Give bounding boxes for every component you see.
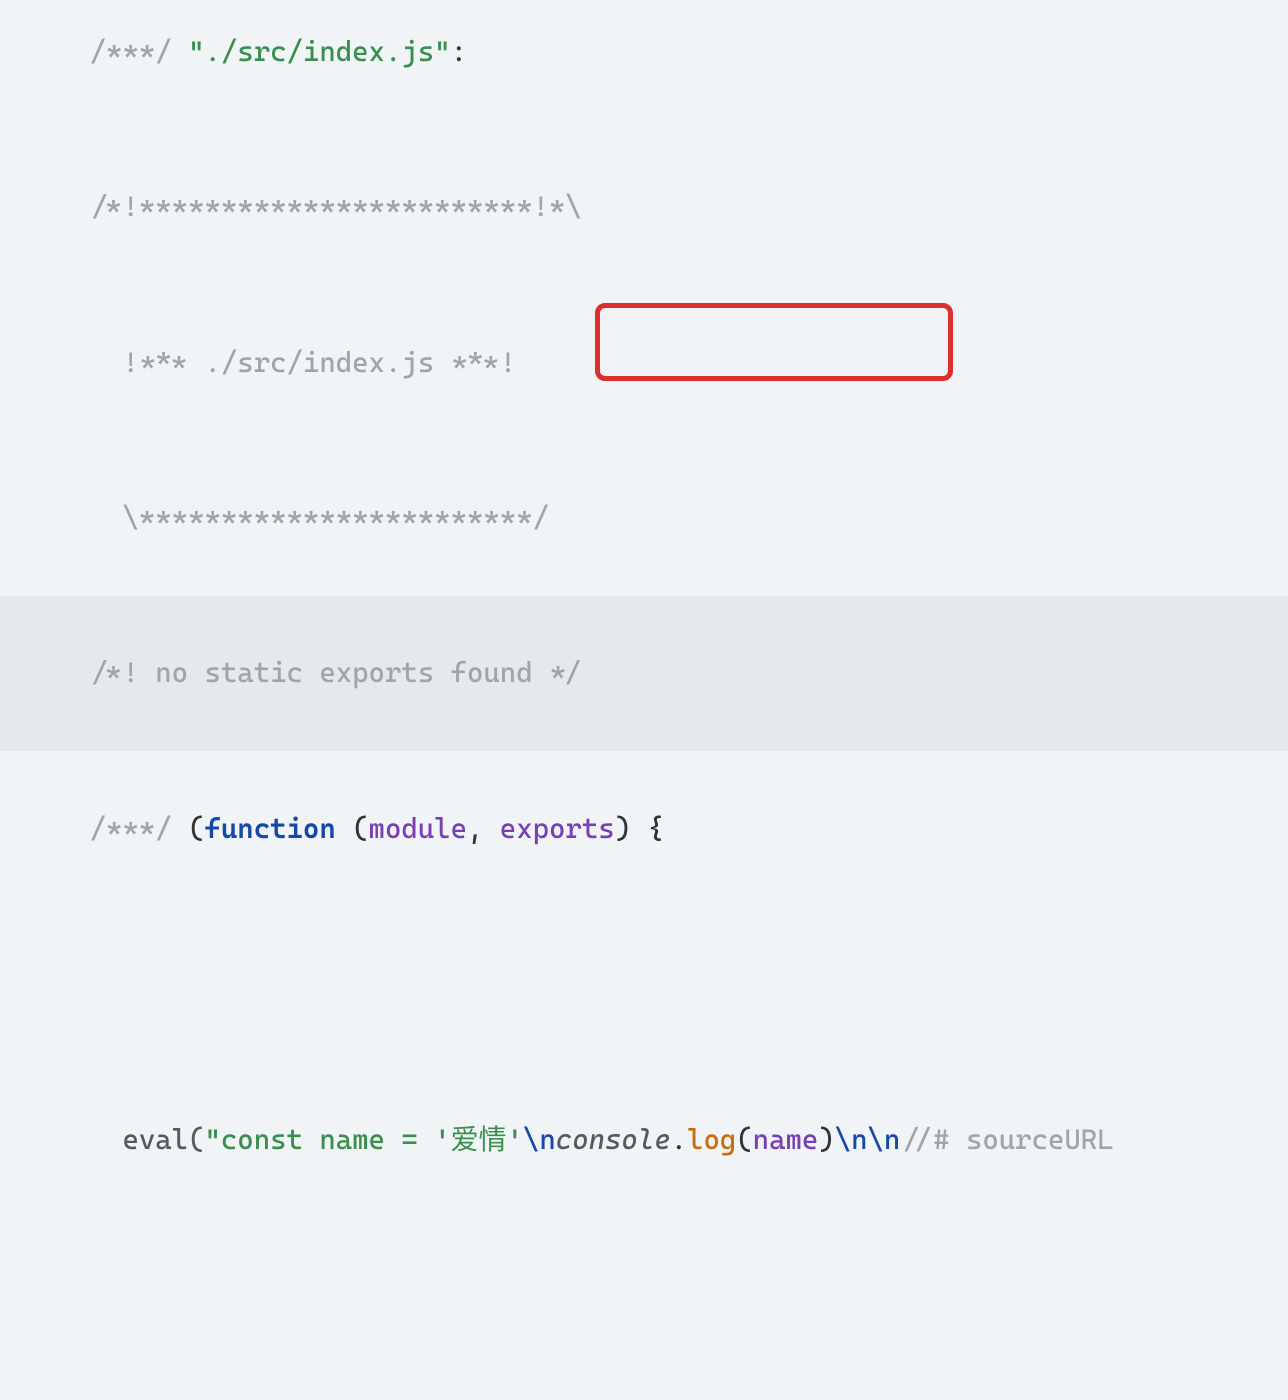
- code-line: /***/: [0, 1373, 1288, 1400]
- code-line: eval("const name = '爱情'\nconsole.log(nam…: [0, 1062, 1288, 1217]
- comment-token: /*! no static exports found */: [90, 656, 582, 689]
- method-token: log: [687, 1123, 736, 1156]
- code-line: /***/ (function (module, exports) {: [0, 751, 1288, 906]
- code-line: /***/ "./src/index.js":: [0, 0, 1288, 129]
- string-token: "./src/index.js": [188, 35, 451, 68]
- escape-token: \n\n: [835, 1123, 901, 1156]
- code-line: /*!************************!*\: [0, 129, 1288, 284]
- identifier-token: eval(: [90, 1123, 205, 1156]
- variable-token: name: [753, 1123, 819, 1156]
- code-line: !*** ./src/index.js ***!: [0, 285, 1288, 440]
- punct-token: .: [671, 1123, 687, 1156]
- punct-token: ,: [467, 812, 500, 845]
- param-token: exports: [500, 812, 615, 845]
- param-token: module: [369, 812, 467, 845]
- comment-token: /***/: [90, 812, 172, 845]
- punct-token: (: [172, 812, 205, 845]
- comment-token: \************************/: [90, 501, 549, 534]
- code-editor-viewport[interactable]: /***/ "./src/index.js": /*!*************…: [0, 0, 1288, 1400]
- string-token: "const name = '爱情': [204, 1123, 523, 1156]
- punct-token: ) {: [615, 812, 664, 845]
- whitespace: [172, 35, 188, 68]
- keyword-token: function: [204, 812, 335, 845]
- punct-token: (: [736, 1123, 752, 1156]
- console-token: console: [556, 1123, 671, 1156]
- code-line-highlighted: /*! no static exports found */: [0, 596, 1288, 751]
- comment-token: //# sourceURL: [900, 1123, 1113, 1156]
- code-line-empty: [0, 906, 1288, 1061]
- escape-token: \n: [523, 1123, 556, 1156]
- code-line: \************************/: [0, 440, 1288, 595]
- code-line-empty: [0, 1217, 1288, 1372]
- punct-token: :: [451, 35, 467, 68]
- punct-token: ): [818, 1123, 834, 1156]
- comment-token: !*** ./src/index.js ***!: [90, 346, 517, 379]
- punct-token: (: [336, 812, 369, 845]
- comment-token: /***/: [90, 35, 172, 68]
- comment-token: /*!************************!*\: [90, 190, 582, 223]
